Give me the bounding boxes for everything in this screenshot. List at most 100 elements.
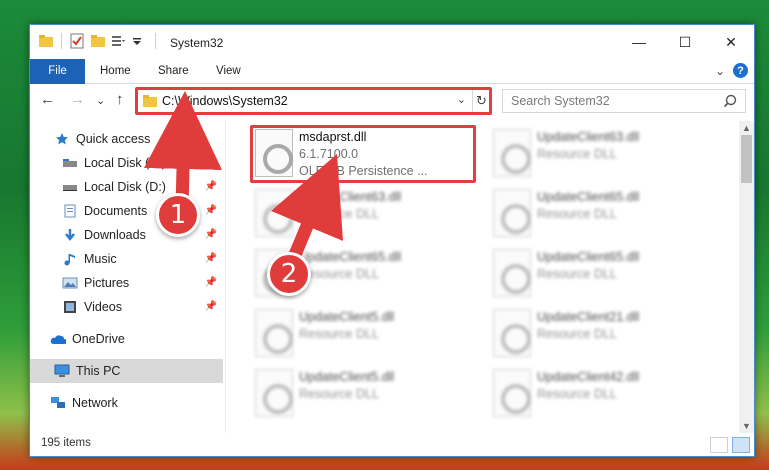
sidebar-item-local-disk-c[interactable]: Local Disk (C:) 📌 — [30, 151, 223, 175]
sidebar-item-label: Pictures — [84, 276, 130, 290]
video-icon — [62, 299, 78, 315]
customize-toolbar-icon[interactable] — [111, 33, 127, 49]
scroll-up-icon[interactable]: ▲ — [742, 123, 751, 133]
file-type: Resource DLL — [299, 387, 379, 401]
drive-icon — [62, 179, 78, 195]
sidebar-item-pictures[interactable]: Pictures 📌 — [30, 271, 223, 295]
file-type: Resource DLL — [299, 207, 379, 221]
file-type: Resource DLL — [299, 267, 379, 281]
new-folder-icon[interactable] — [90, 33, 106, 49]
vertical-scrollbar[interactable]: ▲ ▼ — [739, 121, 754, 433]
network-icon — [50, 395, 66, 411]
help-icon[interactable]: ? — [733, 63, 748, 78]
file-item[interactable]: UpdateClient21.dll Resource DLL — [489, 305, 719, 363]
tab-home[interactable]: Home — [100, 59, 131, 84]
pin-icon[interactable]: 📌 — [205, 229, 217, 240]
search-icon[interactable] — [723, 94, 737, 111]
ribbon-tabs: File Home Share View ⌄ ? — [30, 59, 754, 84]
download-icon — [62, 227, 78, 243]
toolbar-dropdown-icon[interactable] — [132, 33, 148, 49]
scroll-down-icon[interactable]: ▼ — [742, 421, 751, 431]
properties-icon[interactable] — [69, 33, 85, 49]
pane-divider — [225, 121, 226, 433]
sidebar-item-label: Documents — [84, 204, 148, 218]
status-bar: 195 items — [30, 435, 754, 457]
close-button[interactable]: ✕ — [708, 25, 754, 59]
step-badge-1: 1 — [156, 193, 200, 237]
details-view-icon[interactable] — [710, 437, 728, 453]
dll-file-icon — [493, 309, 531, 357]
file-type: Resource DLL — [537, 147, 617, 161]
pictures-icon — [62, 275, 78, 291]
dll-file-icon — [493, 369, 531, 417]
forward-button[interactable]: → — [70, 91, 85, 108]
file-highlight-box — [250, 125, 476, 183]
sidebar-item-music[interactable]: Music 📌 — [30, 247, 223, 271]
maximize-button[interactable]: ☐ — [662, 25, 708, 59]
toolbar-divider — [155, 33, 156, 49]
drive-icon — [62, 155, 78, 171]
step-badge-2: 2 — [267, 252, 311, 296]
dll-file-icon — [493, 249, 531, 297]
pin-icon[interactable]: 📌 — [205, 181, 217, 192]
search-placeholder[interactable]: Search System32 — [511, 94, 610, 108]
tab-view[interactable]: View — [216, 59, 241, 84]
item-count: 195 items — [41, 437, 91, 449]
title-bar: System32 — ☐ ✕ — [30, 25, 754, 59]
dll-file-icon — [493, 129, 531, 177]
sidebar-item-local-disk-d[interactable]: Local Disk (D:) 📌 — [30, 175, 223, 199]
file-item[interactable]: UpdateClient63.dll Resource DLL — [489, 125, 719, 183]
window-title: System32 — [170, 36, 224, 50]
search-box[interactable]: Search System32 — [502, 89, 746, 113]
file-item[interactable]: UpdateClient63.dll Resource DLL — [251, 185, 481, 243]
file-name: UpdateClient65.dll — [537, 250, 640, 264]
up-button[interactable]: ↑ — [116, 91, 124, 108]
scrollbar-thumb[interactable] — [741, 135, 752, 183]
dll-file-icon — [493, 189, 531, 237]
sidebar-item-label: Music — [84, 252, 117, 266]
pin-icon[interactable]: 📌 — [205, 205, 217, 216]
sidebar-item-onedrive[interactable]: OneDrive — [30, 327, 223, 351]
file-item[interactable]: UpdateClient5.dll Resource DLL — [251, 305, 481, 363]
sidebar-item-this-pc[interactable]: This PC — [30, 359, 223, 383]
view-toggle — [710, 437, 750, 453]
sidebar-item-label: OneDrive — [72, 332, 125, 346]
file-type: Resource DLL — [299, 327, 379, 341]
address-highlight-box — [135, 87, 492, 115]
tiles-view-icon[interactable] — [732, 437, 750, 453]
expand-ribbon-icon[interactable]: ⌄ — [715, 64, 725, 78]
file-type: Resource DLL — [537, 387, 617, 401]
sidebar-item-label: Local Disk (C:) — [84, 156, 166, 170]
pin-icon[interactable]: 📌 — [205, 157, 217, 168]
file-name: UpdateClient5.dll — [299, 370, 395, 384]
minimize-button[interactable]: — — [616, 25, 662, 59]
tab-share[interactable]: Share — [158, 59, 189, 84]
file-item[interactable]: UpdateClient5.dll Resource DLL — [251, 365, 481, 423]
sidebar-item-quick-access[interactable]: Quick access — [30, 127, 223, 151]
star-icon — [54, 131, 70, 147]
pin-icon[interactable]: 📌 — [205, 301, 217, 312]
pin-icon[interactable]: 📌 — [205, 277, 217, 288]
sidebar-item-videos[interactable]: Videos 📌 — [30, 295, 223, 319]
document-icon — [62, 203, 78, 219]
file-name: UpdateClient63.dll — [299, 190, 402, 204]
dll-file-icon — [255, 189, 293, 237]
sidebar-item-network[interactable]: Network — [30, 391, 223, 415]
file-name: UpdateClient65.dll — [537, 190, 640, 204]
file-item[interactable]: UpdateClient65.dll Resource DLL — [489, 245, 719, 303]
file-name: UpdateClient63.dll — [537, 130, 640, 144]
file-item[interactable]: UpdateClient65.dll Resource DLL — [489, 185, 719, 243]
recent-locations-button[interactable]: ⌄ — [96, 94, 105, 107]
sidebar-item-label: Local Disk (D:) — [84, 180, 166, 194]
file-name: UpdateClient21.dll — [537, 310, 640, 324]
ribbon-right-controls: ⌄ ? — [715, 63, 748, 78]
music-icon — [62, 251, 78, 267]
computer-icon — [54, 363, 70, 379]
sidebar-item-label: Network — [72, 396, 118, 410]
file-item[interactable]: UpdateClient42.dll Resource DLL — [489, 365, 719, 423]
folder-icon[interactable] — [38, 33, 54, 49]
sidebar-item-label: This PC — [76, 364, 121, 378]
tab-file[interactable]: File — [30, 59, 85, 84]
pin-icon[interactable]: 📌 — [205, 253, 217, 264]
back-button[interactable]: ← — [40, 91, 55, 108]
